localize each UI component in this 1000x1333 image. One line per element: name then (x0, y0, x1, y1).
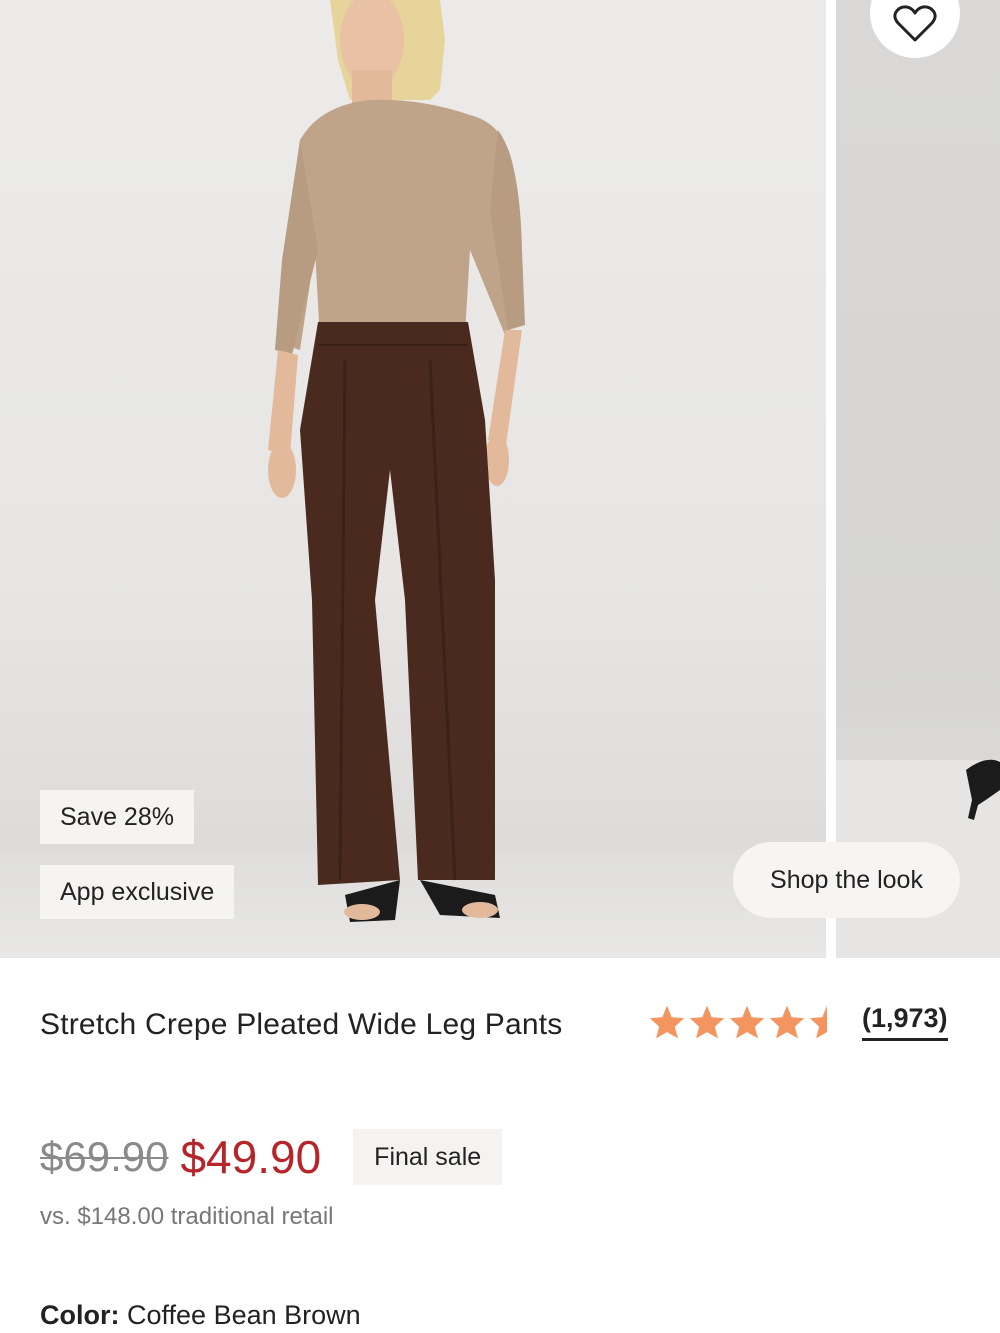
final-sale-badge: Final sale (353, 1129, 503, 1185)
review-count-link[interactable]: (1,973) (862, 1003, 948, 1041)
next-image-shoe (966, 759, 1000, 820)
price-row: $69.90 $49.90 Final sale (40, 1128, 503, 1186)
rating-stars (648, 1004, 846, 1040)
app-exclusive-badge: App exclusive (40, 865, 235, 919)
heart-icon (893, 5, 937, 42)
sale-price: $49.90 (180, 1131, 322, 1183)
color-selection-label: Color: Coffee Bean Brown (40, 1300, 361, 1331)
half-star-icon (809, 1005, 845, 1039)
color-value: Coffee Bean Brown (127, 1300, 361, 1330)
next-product-image[interactable] (836, 0, 1000, 958)
product-rating[interactable]: (1,973) (648, 1003, 948, 1041)
product-title: Stretch Crepe Pleated Wide Leg Pants (40, 1008, 563, 1041)
save-percent-badge: Save 28% (40, 790, 194, 844)
carousel-divider (826, 0, 836, 958)
shop-the-look-button[interactable]: Shop the look (733, 842, 960, 918)
star-icon (689, 1005, 725, 1039)
star-icon (769, 1005, 805, 1039)
star-icon (649, 1005, 685, 1039)
product-image-carousel[interactable]: Save 28% App exclusive Shop the look (0, 0, 1000, 958)
original-price: $69.90 (40, 1133, 169, 1180)
star-icon (729, 1005, 765, 1039)
color-label: Color: (40, 1300, 120, 1330)
retail-comparison: vs. $148.00 traditional retail (40, 1203, 334, 1230)
